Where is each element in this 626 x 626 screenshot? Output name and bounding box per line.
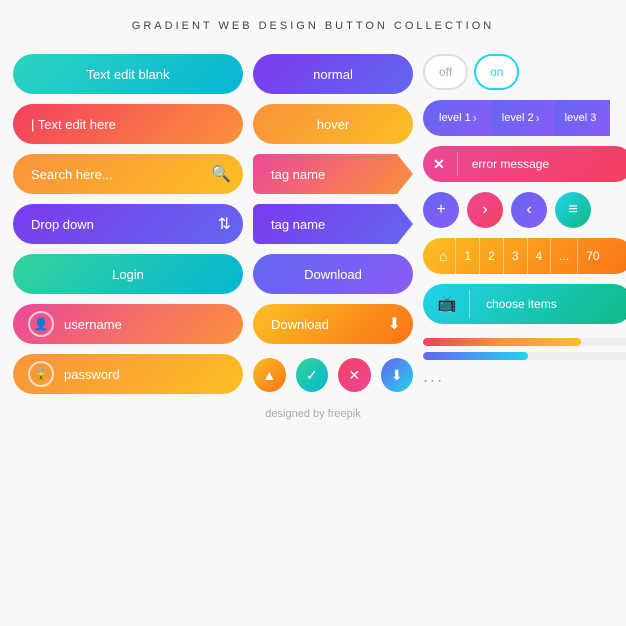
pagination-2[interactable]: 2 [480,238,504,274]
pagination-4[interactable]: 4 [528,238,552,274]
tag2-button[interactable]: tag name [253,204,413,244]
download-small-icon-button[interactable]: ⬇ [381,358,414,392]
breadcrumb-level3[interactable]: level 3 [555,100,611,136]
col3-controls: off on level 1 › level 2 › level 3 ✕ e [423,54,626,394]
normal-button[interactable]: normal [253,54,413,94]
pagination-1[interactable]: 1 [456,238,480,274]
dropdown-button[interactable]: Drop down ⇅ [13,204,243,244]
dropdown-icon: ⇅ [218,214,231,234]
tv-icon: 📺 [433,294,461,314]
col2-buttons: normal hover tag name tag name Download … [253,54,413,394]
pagination-70[interactable]: 70 [578,238,607,274]
lock-icon: 🔒 [28,361,54,387]
download-icon: ⬇ [388,314,401,334]
toggle-on-button[interactable]: on [474,54,519,90]
breadcrumb: level 1 › level 2 › level 3 [423,100,626,136]
progress-fill-1 [423,338,581,346]
toggle-off-button[interactable]: off [423,54,468,90]
choose-items-button[interactable]: 📺 choose items [423,284,626,324]
home-icon: ⌂ [439,248,447,264]
text-edit-blank-button[interactable]: Text edit blank [13,54,243,94]
hover-button[interactable]: hover [253,104,413,144]
warning-icon-button[interactable]: ▲ [253,358,286,392]
pagination-row: ⌂ 1 2 3 4 ... 70 [423,238,626,274]
progress-bar-2 [423,352,626,360]
login-button[interactable]: Login [13,254,243,294]
tag1-button[interactable]: tag name [253,154,413,194]
arrow-right-icon-button[interactable]: › [467,192,503,228]
progress-bar-1 [423,338,626,346]
download2-button[interactable]: Download ⬇ [253,304,413,344]
divider [457,152,458,176]
toggle-row: off on [423,54,626,90]
check-icon-button[interactable]: ✓ [296,358,329,392]
small-icons-row: ▲ ✓ ✕ ⬇ [253,358,413,392]
footer: designed by freepik [265,408,360,420]
pagination-3[interactable]: 3 [504,238,528,274]
password-button[interactable]: 🔒 password [13,354,243,394]
chevron-right-icon: › [536,111,540,125]
col1-buttons: Text edit blank | Text edit here Search … [13,54,243,394]
footer-text: designed by freepik [265,408,360,420]
chevron-right-icon: › [473,111,477,125]
page-title: GRADIENT WEB DESIGN BUTTON COLLECTION [132,20,494,32]
user-icon: 👤 [28,311,54,337]
divider [469,290,470,318]
error-x-icon: ✕ [433,156,445,173]
download1-button[interactable]: Download [253,254,413,294]
search-icon: 🔍 [211,164,231,184]
search-button[interactable]: Search here... 🔍 [13,154,243,194]
error-message-button[interactable]: ✕ error message [423,146,626,182]
plus-icon-button[interactable]: + [423,192,459,228]
username-button[interactable]: 👤 username [13,304,243,344]
pagination-home[interactable]: ⌂ [431,238,456,274]
breadcrumb-level1[interactable]: level 1 › [423,100,493,136]
progress-section: ... [423,338,626,387]
arrow-left-icon-button[interactable]: ‹ [511,192,547,228]
close-icon-button[interactable]: ✕ [338,358,371,392]
progress-dots: ... [423,366,626,387]
pagination-ellipsis: ... [551,238,578,274]
progress-fill-2 [423,352,528,360]
action-icons-row: + › ‹ ≡ [423,192,626,228]
breadcrumb-level2[interactable]: level 2 › [492,100,556,136]
text-edit-here-button[interactable]: | Text edit here [13,104,243,144]
menu-icon-button[interactable]: ≡ [555,192,591,228]
